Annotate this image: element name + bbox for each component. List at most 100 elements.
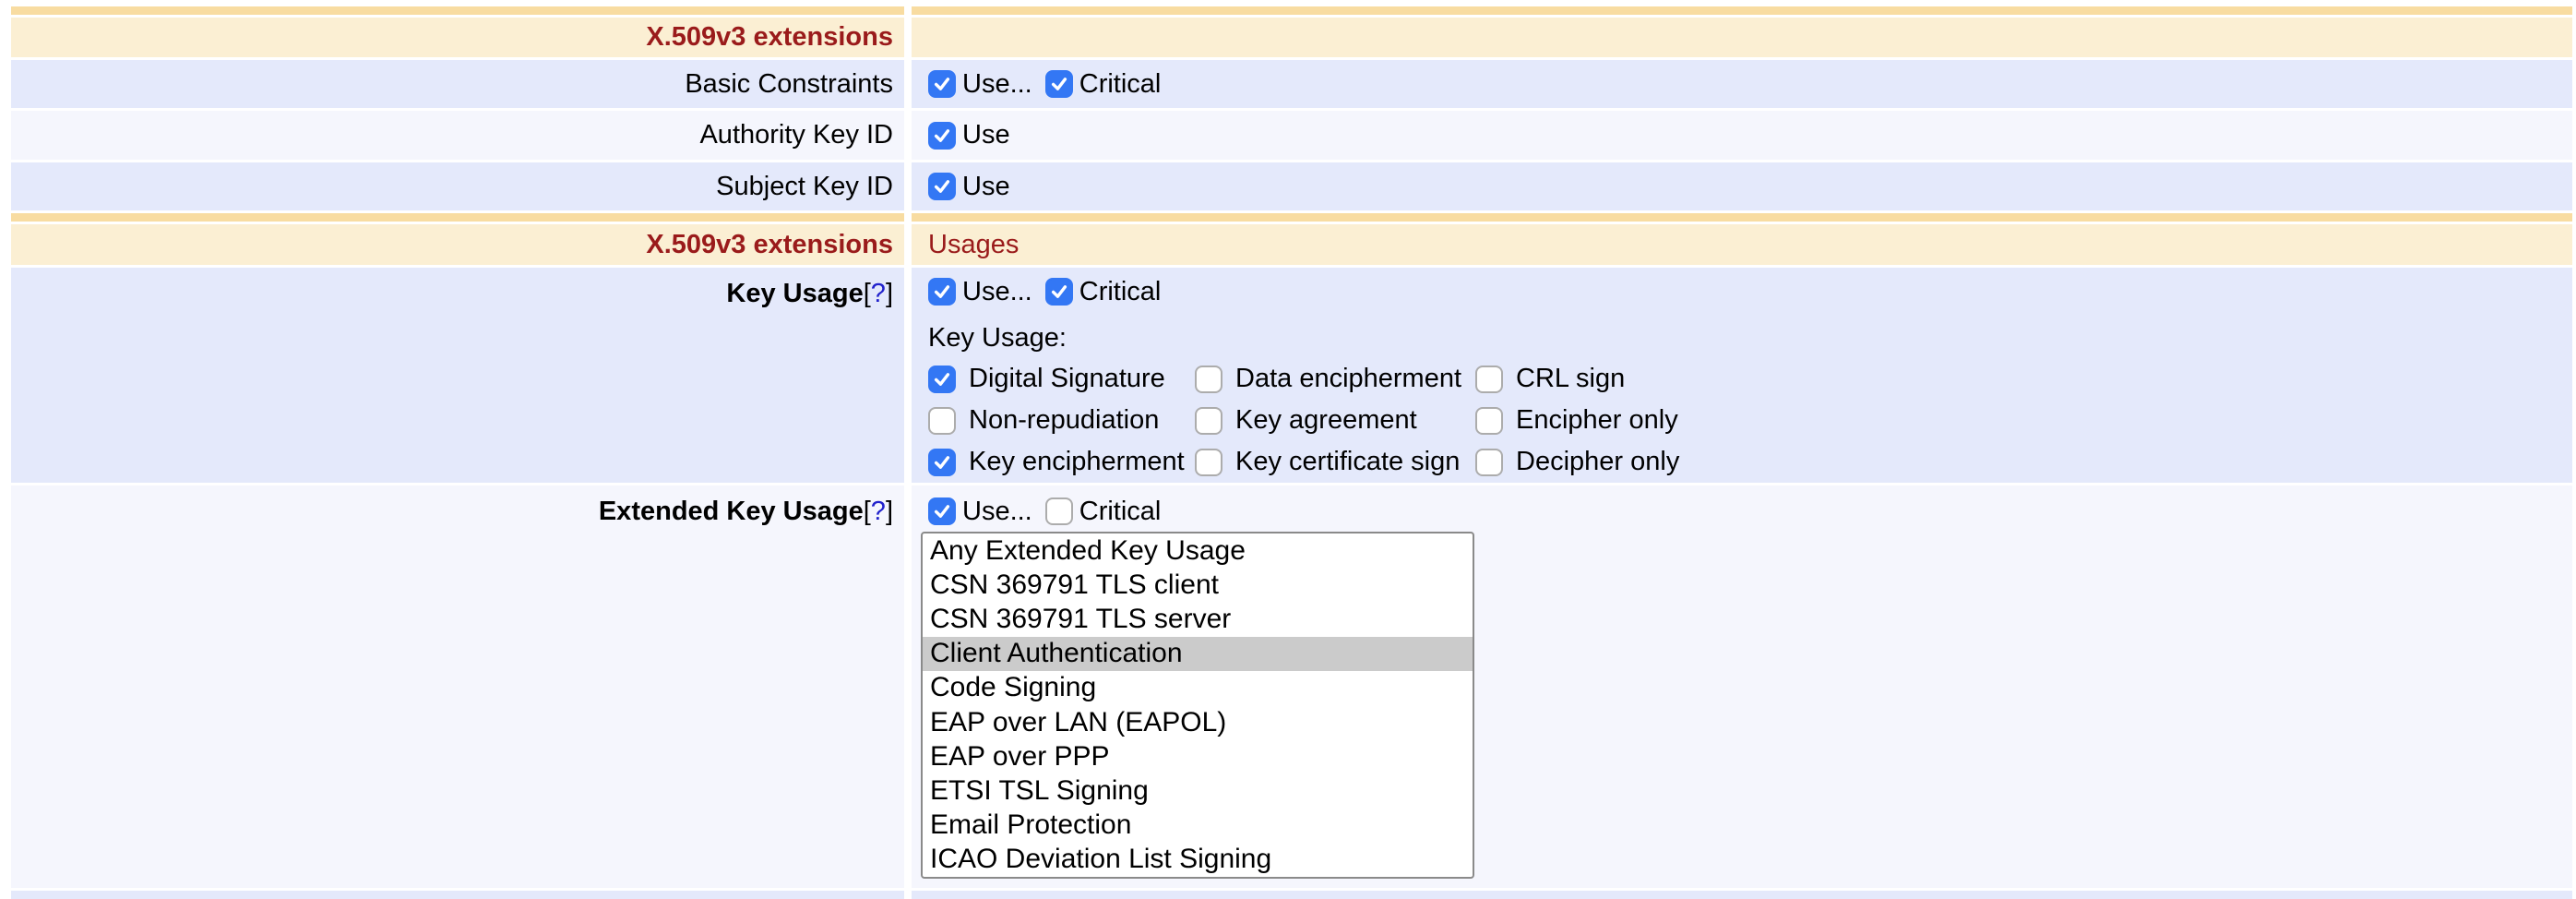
use-checkbox-label[interactable]: Use... bbox=[962, 69, 1032, 100]
extended-key-usage-label: Extended Key Usage bbox=[599, 497, 864, 527]
key-usage-option-label[interactable]: Key encipherment bbox=[969, 447, 1185, 477]
row-value-cell: Use... Critical bbox=[912, 60, 2572, 108]
checkmark-icon bbox=[931, 175, 953, 198]
key-usage-grid-cell: Digital Signature bbox=[928, 358, 1195, 400]
key-usage-grid-cell: Decipher only bbox=[1475, 441, 2572, 483]
listbox-option[interactable]: ICAO Deviation List Signing bbox=[923, 843, 1473, 877]
key-usage-use-checkbox[interactable] bbox=[928, 278, 956, 306]
checkmark-icon bbox=[931, 368, 953, 390]
listbox-option[interactable]: CSN 369791 TLS client bbox=[923, 568, 1473, 602]
key-usage-option-checkbox[interactable] bbox=[1475, 366, 1503, 393]
key-usage-grid: Digital Signature Data encipherment CRL si… bbox=[928, 358, 2572, 483]
section-title: X.509v3 extensions bbox=[646, 22, 893, 53]
basic-constraints-controls: Use... Critical bbox=[928, 69, 1174, 99]
key-usage-grid-cell: Non-repudiation bbox=[928, 400, 1195, 441]
key-usage-grid-cell: Data encipherment bbox=[1195, 358, 1475, 400]
section-spacer-row bbox=[11, 213, 2572, 222]
listbox-option[interactable]: Client Authentication bbox=[923, 637, 1473, 671]
listbox-option[interactable]: Any Extended Key Usage bbox=[923, 533, 1473, 568]
listbox-option[interactable]: CSN 369791 TLS server bbox=[923, 602, 1473, 636]
section-header-cell-left: X.509v3 extensions bbox=[11, 224, 904, 265]
help-bracket: [ bbox=[864, 279, 871, 308]
row-label-cell: Basic Constraints bbox=[11, 60, 904, 108]
listbox-option[interactable]: EAP over LAN (EAPOL) bbox=[923, 705, 1473, 739]
row-basic-constraints: Basic Constraints Use... Critical bbox=[11, 60, 2572, 108]
partial-cell-right bbox=[912, 891, 2572, 899]
key-usage-option-checkbox[interactable] bbox=[1475, 449, 1503, 476]
row-key-usage: Key Usage[?] Use... Critical Key Usage: … bbox=[11, 268, 2572, 483]
basic-constraints-critical-checkbox[interactable] bbox=[1045, 70, 1073, 98]
key-usage-option-label[interactable]: Encipher only bbox=[1516, 405, 1678, 436]
key-usage-option-checkbox[interactable] bbox=[928, 366, 956, 393]
key-usage-option-label[interactable]: Key agreement bbox=[1235, 405, 1417, 436]
checkmark-icon bbox=[1048, 281, 1070, 303]
key-usage-option-checkbox[interactable] bbox=[1195, 449, 1222, 476]
table-row-partial bbox=[11, 891, 2572, 899]
use-checkbox-label[interactable]: Use bbox=[962, 120, 1010, 150]
section-header-cell-left: X.509v3 extensions bbox=[11, 18, 904, 57]
key-usage-option-label[interactable]: CRL sign bbox=[1516, 364, 1625, 394]
key-usage-label: Key Usage bbox=[726, 279, 863, 309]
key-usage-group-caption: Key Usage: bbox=[928, 323, 2572, 351]
key-usage-option-label[interactable]: Decipher only bbox=[1516, 447, 1679, 477]
section-header-usages: X.509v3 extensions Usages bbox=[11, 224, 2572, 265]
key-usage-controls: Use... Critical bbox=[928, 277, 2572, 306]
use-checkbox-label[interactable]: Use bbox=[962, 172, 1010, 202]
extended-key-usage-help-link[interactable]: [?] bbox=[864, 497, 893, 527]
section-spacer-row bbox=[11, 6, 2572, 15]
row-label-cell: Extended Key Usage[?] bbox=[11, 485, 904, 888]
row-label-cell: Key Usage[?] bbox=[11, 268, 904, 483]
listbox-option[interactable]: Email Protection bbox=[923, 809, 1473, 843]
spacer-cell-right bbox=[912, 213, 2572, 222]
key-usage-grid-cell: Key certificate sign bbox=[1195, 441, 1475, 483]
extended-key-usage-critical-checkbox[interactable] bbox=[1045, 497, 1073, 525]
key-usage-option-label[interactable]: Digital Signature bbox=[969, 364, 1165, 394]
subject-key-id-label: Subject Key ID bbox=[716, 172, 893, 202]
authority-key-id-label: Authority Key ID bbox=[699, 120, 893, 150]
section-header-cell-right bbox=[912, 18, 2572, 57]
authority-key-id-controls: Use bbox=[928, 121, 1023, 150]
partial-cell-left bbox=[11, 891, 904, 899]
basic-constraints-use-checkbox[interactable] bbox=[928, 70, 956, 98]
use-checkbox-label[interactable]: Use... bbox=[962, 497, 1032, 527]
row-value-cell: Use... Critical Any Extended Key UsageCS… bbox=[912, 485, 2572, 888]
key-usage-option-checkbox[interactable] bbox=[928, 407, 956, 435]
checkmark-icon bbox=[931, 500, 953, 522]
key-usage-grid-cell: Key encipherment bbox=[928, 441, 1195, 483]
key-usage-option-checkbox[interactable] bbox=[928, 449, 956, 476]
key-usage-help-link[interactable]: [?] bbox=[864, 279, 893, 309]
critical-checkbox-label[interactable]: Critical bbox=[1079, 497, 1162, 527]
key-usage-option-checkbox[interactable] bbox=[1475, 407, 1503, 435]
extended-key-usage-use-checkbox[interactable] bbox=[928, 497, 956, 525]
listbox-option[interactable]: EAP over PPP bbox=[923, 739, 1473, 773]
basic-constraints-label: Basic Constraints bbox=[685, 69, 893, 100]
help-bracket: ] bbox=[886, 497, 893, 526]
spacer-cell-right bbox=[912, 6, 2572, 15]
checkmark-icon bbox=[931, 281, 953, 303]
certificate-profile-table: X.509v3 extensions Basic Constraints Use… bbox=[11, 0, 2572, 899]
subject-key-id-use-checkbox[interactable] bbox=[928, 173, 956, 200]
listbox-option[interactable]: Code Signing bbox=[923, 671, 1473, 705]
key-usage-critical-checkbox[interactable] bbox=[1045, 278, 1073, 306]
section-header-extensions: X.509v3 extensions bbox=[11, 18, 2572, 57]
key-usage-option-label[interactable]: Data encipherment bbox=[1235, 364, 1461, 394]
section-subtitle: Usages bbox=[928, 230, 1019, 260]
checkmark-icon bbox=[931, 451, 953, 473]
help-bracket: ] bbox=[886, 279, 893, 308]
key-usage-option-checkbox[interactable] bbox=[1195, 407, 1222, 435]
help-question-mark: ? bbox=[871, 279, 886, 308]
critical-checkbox-label[interactable]: Critical bbox=[1079, 277, 1162, 307]
key-usage-grid-cell: Encipher only bbox=[1475, 400, 2572, 441]
extended-key-usage-listbox[interactable]: Any Extended Key UsageCSN 369791 TLS cli… bbox=[921, 532, 1474, 879]
extended-key-usage-controls: Use... Critical bbox=[928, 497, 2572, 526]
section-title: X.509v3 extensions bbox=[646, 230, 893, 260]
use-checkbox-label[interactable]: Use... bbox=[962, 277, 1032, 307]
key-usage-option-label[interactable]: Key certificate sign bbox=[1235, 447, 1460, 477]
key-usage-option-checkbox[interactable] bbox=[1195, 366, 1222, 393]
critical-checkbox-label[interactable]: Critical bbox=[1079, 69, 1162, 100]
key-usage-option-label[interactable]: Non-repudiation bbox=[969, 405, 1159, 436]
row-value-cell: Use... Critical Key Usage: Digital Signa… bbox=[912, 268, 2572, 483]
authority-key-id-use-checkbox[interactable] bbox=[928, 122, 956, 150]
listbox-option[interactable]: ETSI TSL Signing bbox=[923, 773, 1473, 808]
row-value-cell: Use bbox=[912, 162, 2572, 210]
